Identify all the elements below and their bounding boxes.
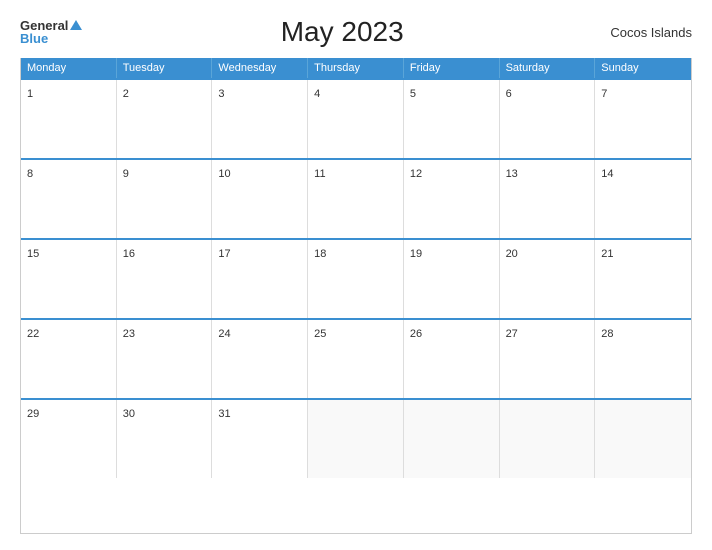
- calendar-week-3: 15 16 17 18 19 20 21: [21, 238, 691, 318]
- day-number: 22: [27, 328, 39, 340]
- day-number: 12: [410, 168, 422, 180]
- day-number: 1: [27, 88, 33, 100]
- day-number: 3: [218, 88, 224, 100]
- calendar-cell: [595, 400, 691, 478]
- calendar-cell: 27: [500, 320, 596, 398]
- calendar-cell: [308, 400, 404, 478]
- calendar-week-5: 29 30 31: [21, 398, 691, 478]
- calendar-cell: 1: [21, 80, 117, 158]
- calendar-cell: 11: [308, 160, 404, 238]
- calendar-cell: 17: [212, 240, 308, 318]
- calendar-cell: 4: [308, 80, 404, 158]
- day-number: 13: [506, 168, 518, 180]
- calendar-cell: 20: [500, 240, 596, 318]
- calendar-cell: 16: [117, 240, 213, 318]
- day-number: 25: [314, 328, 326, 340]
- calendar-cell: 8: [21, 160, 117, 238]
- day-number: 8: [27, 168, 33, 180]
- calendar-cell: 10: [212, 160, 308, 238]
- calendar-cell: 23: [117, 320, 213, 398]
- calendar-week-4: 22 23 24 25 26 27 28: [21, 318, 691, 398]
- header: General Blue May 2023 Cocos Islands: [20, 16, 692, 48]
- day-number: 30: [123, 408, 135, 420]
- calendar-cell: 5: [404, 80, 500, 158]
- day-number: 28: [601, 328, 613, 340]
- calendar-header-sunday: Sunday: [595, 58, 691, 78]
- day-number: 16: [123, 248, 135, 260]
- calendar-cell: 9: [117, 160, 213, 238]
- calendar-cell: 22: [21, 320, 117, 398]
- calendar-header-saturday: Saturday: [500, 58, 596, 78]
- calendar-header-friday: Friday: [404, 58, 500, 78]
- calendar-cell: 7: [595, 80, 691, 158]
- calendar-cell: 3: [212, 80, 308, 158]
- calendar-cell: 29: [21, 400, 117, 478]
- calendar-cell: 26: [404, 320, 500, 398]
- calendar-cell: [500, 400, 596, 478]
- day-number: 27: [506, 328, 518, 340]
- calendar-week-1: 1 2 3 4 5 6 7: [21, 78, 691, 158]
- month-title: May 2023: [82, 16, 602, 48]
- day-number: 21: [601, 248, 613, 260]
- calendar-header-tuesday: Tuesday: [117, 58, 213, 78]
- calendar-cell: 2: [117, 80, 213, 158]
- day-number: 19: [410, 248, 422, 260]
- calendar-header-thursday: Thursday: [308, 58, 404, 78]
- calendar-cell: 14: [595, 160, 691, 238]
- calendar-cell: 18: [308, 240, 404, 318]
- calendar-cell: 24: [212, 320, 308, 398]
- day-number: 18: [314, 248, 326, 260]
- logo: General Blue: [20, 19, 82, 45]
- day-number: 26: [410, 328, 422, 340]
- day-number: 31: [218, 408, 230, 420]
- calendar-cell: 28: [595, 320, 691, 398]
- calendar-cell: 21: [595, 240, 691, 318]
- calendar-body: 1234567891011121314151617181920212223242…: [21, 78, 691, 478]
- calendar-cell: 15: [21, 240, 117, 318]
- day-number: 10: [218, 168, 230, 180]
- calendar-header-wednesday: Wednesday: [212, 58, 308, 78]
- day-number: 7: [601, 88, 607, 100]
- calendar-header-row: MondayTuesdayWednesdayThursdayFridaySatu…: [21, 58, 691, 78]
- calendar-cell: [404, 400, 500, 478]
- calendar-cell: 6: [500, 80, 596, 158]
- day-number: 23: [123, 328, 135, 340]
- day-number: 5: [410, 88, 416, 100]
- calendar-cell: 12: [404, 160, 500, 238]
- day-number: 29: [27, 408, 39, 420]
- day-number: 20: [506, 248, 518, 260]
- day-number: 9: [123, 168, 129, 180]
- day-number: 11: [314, 168, 325, 180]
- location-label: Cocos Islands: [602, 25, 692, 40]
- calendar-cell: 19: [404, 240, 500, 318]
- calendar-cell: 13: [500, 160, 596, 238]
- day-number: 14: [601, 168, 613, 180]
- calendar-cell: 30: [117, 400, 213, 478]
- day-number: 24: [218, 328, 230, 340]
- calendar-week-2: 8 9 10 11 12 13 14: [21, 158, 691, 238]
- calendar: MondayTuesdayWednesdayThursdayFridaySatu…: [20, 58, 692, 534]
- day-number: 4: [314, 88, 320, 100]
- day-number: 2: [123, 88, 129, 100]
- day-number: 6: [506, 88, 512, 100]
- logo-blue-text: Blue: [20, 32, 48, 45]
- calendar-cell: 31: [212, 400, 308, 478]
- calendar-header-monday: Monday: [21, 58, 117, 78]
- logo-triangle-icon: [70, 20, 82, 30]
- day-number: 15: [27, 248, 39, 260]
- page: General Blue May 2023 Cocos Islands Mond…: [0, 0, 712, 550]
- calendar-cell: 25: [308, 320, 404, 398]
- day-number: 17: [218, 248, 230, 260]
